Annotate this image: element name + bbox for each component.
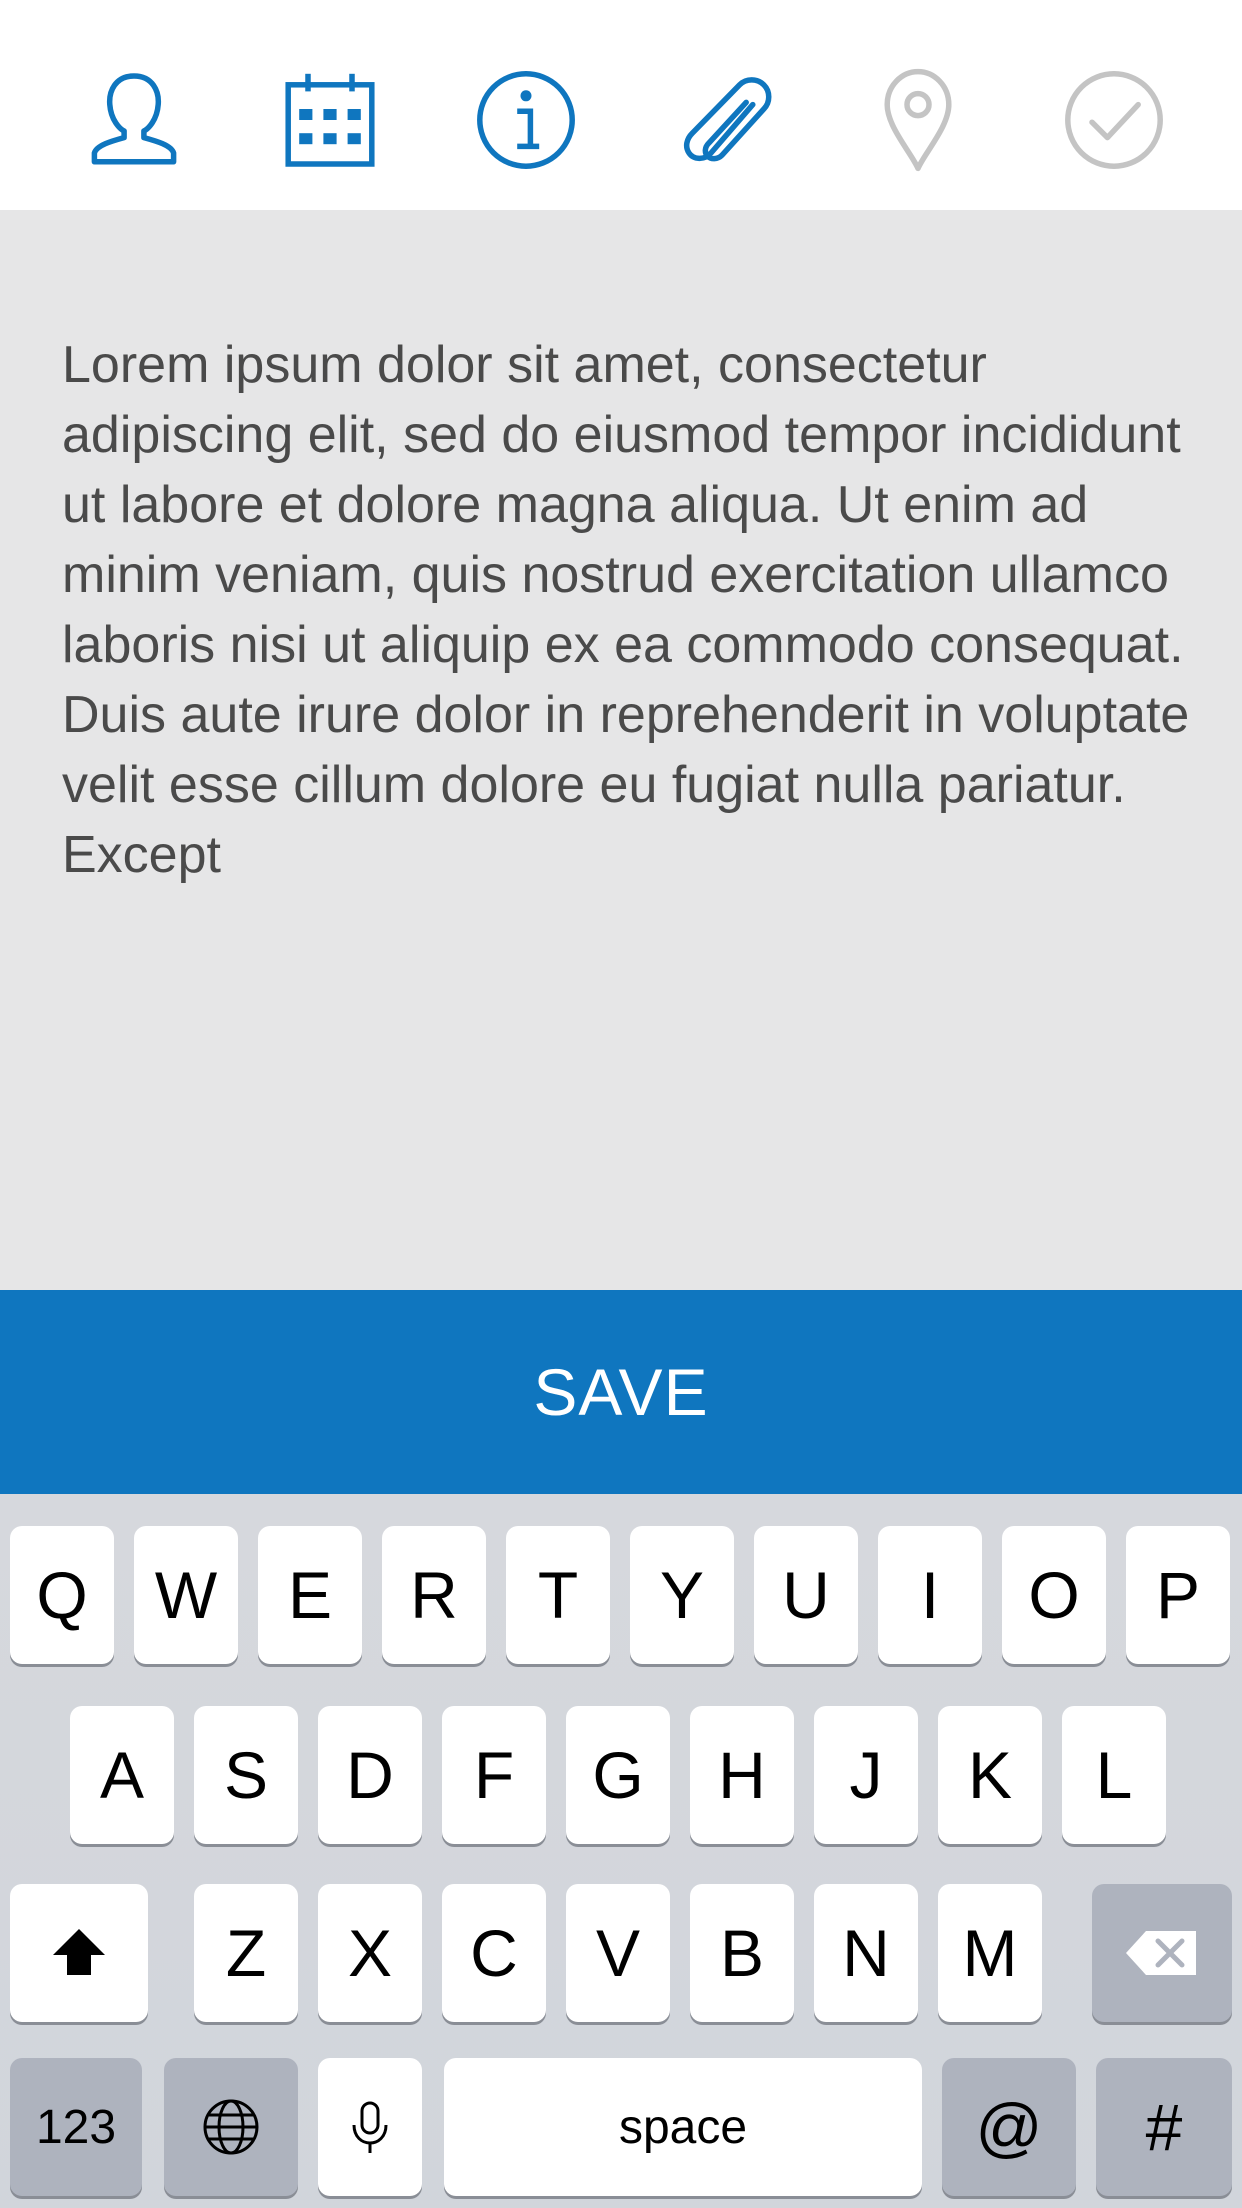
key-l[interactable]: L [1062,1706,1166,1844]
key-b[interactable]: B [690,1884,794,2022]
key-i[interactable]: I [878,1526,982,1664]
key-h[interactable]: H [690,1706,794,1844]
checkmark-circle-icon [1065,71,1163,169]
numbers-key[interactable]: 123 [10,2058,142,2196]
hash-key[interactable]: # [1096,2058,1232,2196]
key-f[interactable]: F [442,1706,546,1844]
location-pin-icon [884,68,952,172]
at-key[interactable]: @ [942,2058,1076,2196]
calendar-icon [285,73,375,167]
microphone-key[interactable] [318,2058,422,2196]
delete-key[interactable] [1092,1884,1232,2022]
key-z[interactable]: Z [194,1884,298,2022]
shift-arrow-icon [53,1929,105,1975]
key-t[interactable]: T [506,1526,610,1664]
key-a[interactable]: A [70,1706,174,1844]
notes-area[interactable]: Lorem ipsum dolor sit amet, consectetur … [0,210,1242,1290]
key-d[interactable]: D [318,1706,422,1844]
key-g[interactable]: G [566,1706,670,1844]
key-v[interactable]: V [566,1884,670,2022]
info-icon [477,71,575,169]
save-button[interactable]: SAVE [0,1290,1242,1494]
key-y[interactable]: Y [630,1526,734,1664]
shift-key[interactable] [10,1884,148,2022]
key-p[interactable]: P [1126,1526,1230,1664]
tab-attachment[interactable] [662,60,782,180]
key-m[interactable]: M [938,1884,1042,2022]
key-c[interactable]: C [442,1884,546,2022]
keyboard: 123 space @ # QWERTYUIOP ASDFGHJKL ZXCVBNM [0,1494,1242,2208]
globe-icon [203,2099,259,2155]
key-n[interactable]: N [814,1884,918,2022]
tab-bar [0,0,1242,210]
microphone-icon [352,2101,388,2153]
key-w[interactable]: W [134,1526,238,1664]
tab-info[interactable] [466,60,586,180]
tab-calendar[interactable] [270,60,390,180]
key-x[interactable]: X [318,1884,422,2022]
space-key[interactable]: space [444,2058,922,2196]
key-u[interactable]: U [754,1526,858,1664]
key-j[interactable]: J [814,1706,918,1844]
tab-contact[interactable] [74,60,194,180]
globe-key[interactable] [164,2058,298,2196]
key-o[interactable]: O [1002,1526,1106,1664]
key-q[interactable]: Q [10,1526,114,1664]
notes-text[interactable]: Lorem ipsum dolor sit amet, consectetur … [62,330,1192,890]
key-r[interactable]: R [382,1526,486,1664]
tab-confirm[interactable] [1054,60,1174,180]
key-e[interactable]: E [258,1526,362,1664]
tab-location[interactable] [858,60,978,180]
key-s[interactable]: S [194,1706,298,1844]
backspace-icon [1126,1931,1196,1975]
person-icon [91,73,177,165]
key-k[interactable]: K [938,1706,1042,1844]
paperclip-icon [683,77,772,162]
